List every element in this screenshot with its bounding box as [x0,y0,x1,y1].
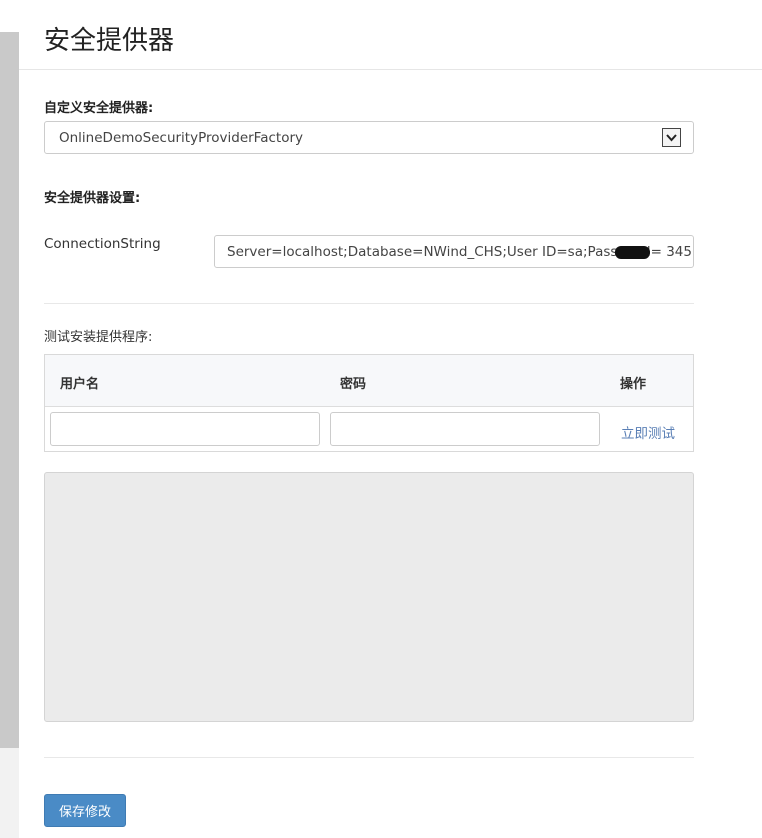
chevron-down-icon[interactable] [662,128,681,147]
test-table-header: 用户名 密码 操作 [45,355,693,407]
username-input[interactable] [50,412,320,446]
divider-top [44,303,694,304]
custom-provider-label: 自定义安全提供器: [44,101,154,116]
provider-select[interactable]: OnlineDemoSecurityProviderFactory [44,121,694,154]
test-result-box [44,472,694,722]
column-header-action: 操作 [620,377,647,392]
page-title: 安全提供器 [44,26,175,56]
page-header: 安全提供器 [19,0,762,70]
provider-settings-label: 安全提供器设置: [44,191,141,206]
left-rail [0,0,19,838]
save-button[interactable]: 保存修改 [44,794,126,827]
column-header-password: 密码 [340,377,367,392]
provider-select-value: OnlineDemoSecurityProviderFactory [59,130,303,146]
left-rail-bottom [0,748,19,838]
divider-bottom [44,757,694,758]
connection-string-field[interactable]: Server=localhost;Database=NWind_CHS;User… [214,235,694,268]
column-header-username: 用户名 [60,377,100,392]
redaction-mark [615,246,650,259]
page-container: 安全提供器 自定义安全提供器: OnlineDemoSecurityProvid… [19,0,762,838]
test-provider-label: 测试安装提供程序: [44,330,153,345]
test-table: 用户名 密码 操作 立即测试 [44,354,694,452]
left-scroll-region [0,32,19,748]
test-now-link[interactable]: 立即测试 [621,422,675,442]
connection-string-label: ConnectionString [44,236,161,252]
password-input[interactable] [330,412,600,446]
